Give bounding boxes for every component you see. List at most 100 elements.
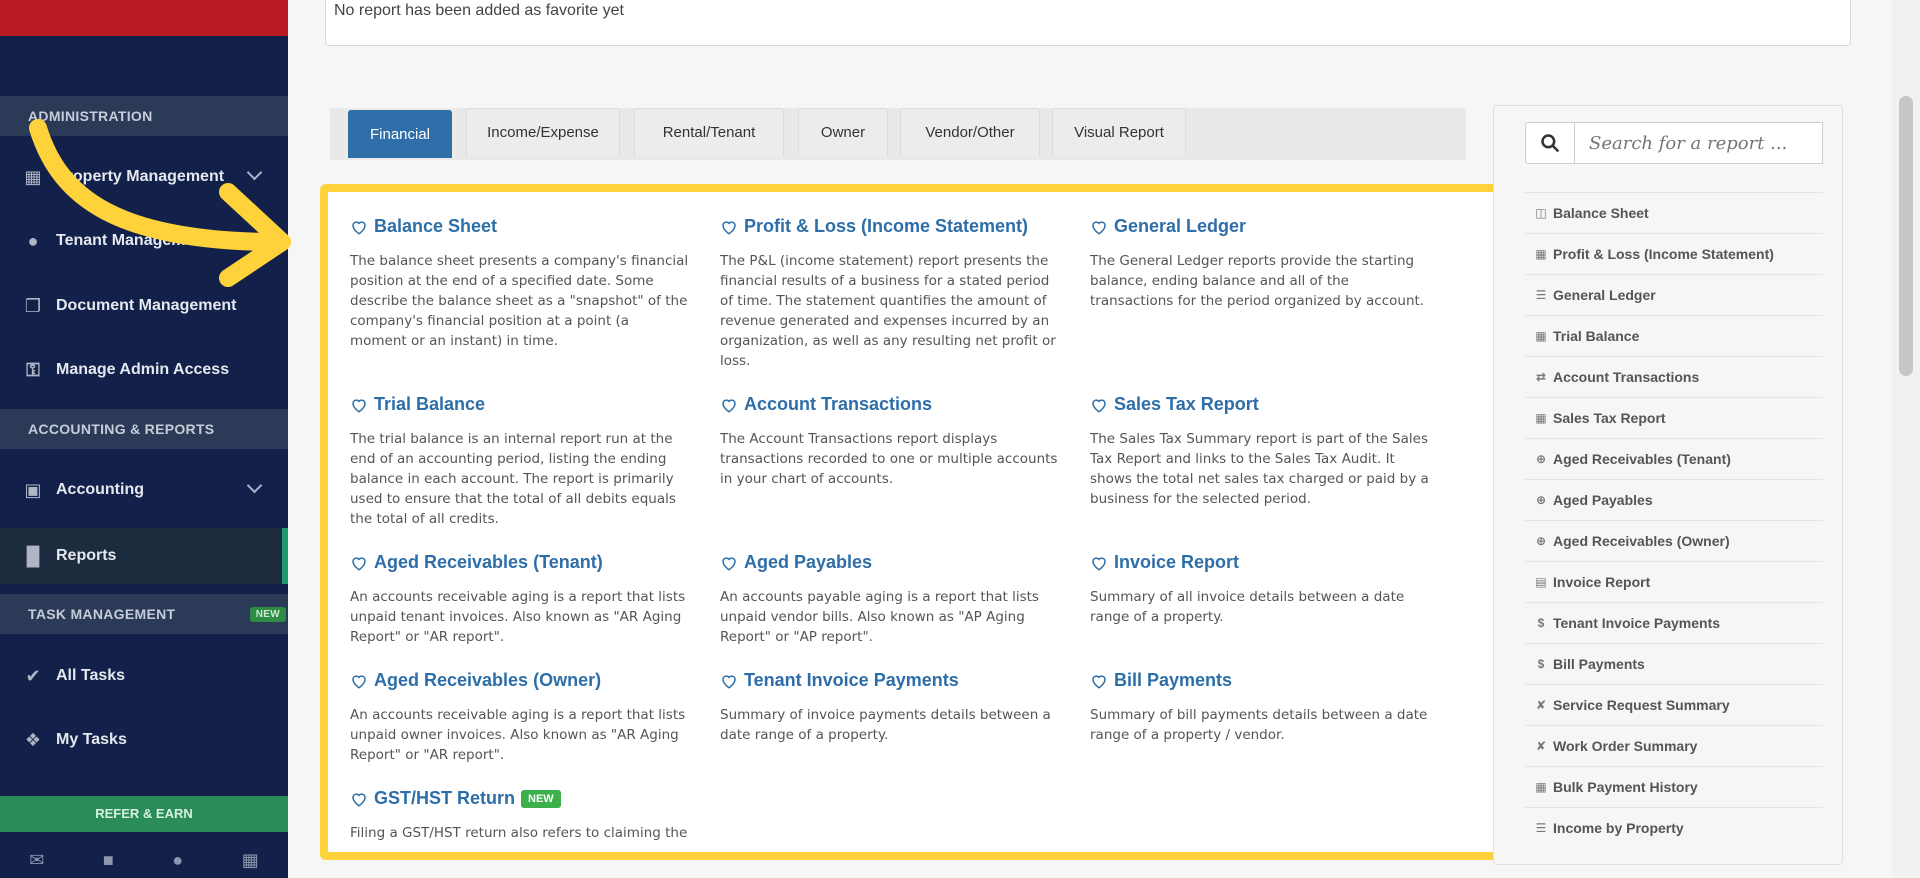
heart-icon[interactable] bbox=[1090, 218, 1108, 236]
list-item[interactable]: ▦ Bulk Payment History bbox=[1525, 766, 1823, 807]
report-card-title[interactable]: Aged Receivables (Tenant) bbox=[350, 552, 690, 573]
report-card-title[interactable]: Aged Receivables (Owner) bbox=[350, 670, 690, 691]
list-item-label[interactable]: Account Transactions bbox=[1553, 369, 1699, 385]
sidebar-item-property-management[interactable]: ▦ Property Management bbox=[0, 149, 288, 205]
list-item-label[interactable]: Work Order Summary bbox=[1553, 738, 1697, 754]
list-item[interactable]: ⊕ Aged Receivables (Owner) bbox=[1525, 520, 1823, 561]
heart-icon[interactable] bbox=[1090, 672, 1108, 690]
report-card-title[interactable]: Aged Payables bbox=[720, 552, 1060, 573]
list-item[interactable]: ✘ Work Order Summary bbox=[1525, 725, 1823, 766]
card-title-text[interactable]: Tenant Invoice Payments bbox=[744, 670, 959, 691]
page-scrollbar[interactable] bbox=[1892, 0, 1920, 878]
list-item-label[interactable]: Tenant Invoice Payments bbox=[1553, 615, 1720, 631]
card-title-text[interactable]: Aged Payables bbox=[744, 552, 872, 573]
heart-icon[interactable] bbox=[350, 554, 368, 572]
calculator-icon[interactable]: ▦ bbox=[242, 850, 259, 871]
list-item-label[interactable]: Invoice Report bbox=[1553, 574, 1650, 590]
list-item[interactable]: ▦ Trial Balance bbox=[1525, 315, 1823, 356]
list-item[interactable]: ▦ Sales Tax Report bbox=[1525, 397, 1823, 438]
sidebar-item-manage-admin-access[interactable]: ⚿ Manage Admin Access bbox=[0, 342, 288, 398]
list-item[interactable]: ◫ Balance Sheet bbox=[1525, 192, 1823, 233]
tab-income-expense[interactable]: Income/Expense bbox=[466, 108, 620, 156]
tab-visual-report[interactable]: Visual Report bbox=[1052, 108, 1186, 156]
list-item-label[interactable]: Income by Property bbox=[1553, 820, 1684, 836]
card-title-text[interactable]: Trial Balance bbox=[374, 394, 485, 415]
user-icon[interactable]: ● bbox=[172, 850, 183, 871]
list-item-label[interactable]: Profit & Loss (Income Statement) bbox=[1553, 246, 1774, 262]
heart-icon[interactable] bbox=[720, 672, 738, 690]
list-item[interactable]: ⇄ Account Transactions bbox=[1525, 356, 1823, 397]
list-item-label[interactable]: Balance Sheet bbox=[1553, 205, 1649, 221]
card-title-text[interactable]: Balance Sheet bbox=[374, 216, 497, 237]
list-item[interactable]: ▦ Profit & Loss (Income Statement) bbox=[1525, 233, 1823, 274]
sidebar-item-tenant-management[interactable]: ● Tenant Management bbox=[0, 213, 288, 269]
report-card-title[interactable]: Sales Tax Report bbox=[1090, 394, 1430, 415]
report-card-title[interactable]: Profit & Loss (Income Statement) bbox=[720, 216, 1060, 237]
search-button[interactable] bbox=[1525, 122, 1575, 164]
list-item-label[interactable]: Aged Receivables (Owner) bbox=[1553, 533, 1730, 549]
tab-owner[interactable]: Owner bbox=[798, 108, 888, 156]
card-title-text[interactable]: General Ledger bbox=[1114, 216, 1246, 237]
list-item[interactable]: ⊕ Aged Payables bbox=[1525, 479, 1823, 520]
card-title-text[interactable]: Invoice Report bbox=[1114, 552, 1239, 573]
list-item-label[interactable]: Bulk Payment History bbox=[1553, 779, 1698, 795]
list-item[interactable]: ✘ Service Request Summary bbox=[1525, 684, 1823, 725]
card-title-text[interactable]: Aged Receivables (Owner) bbox=[374, 670, 601, 691]
card-title-text[interactable]: Aged Receivables (Tenant) bbox=[374, 552, 603, 573]
report-card-bill-payments: Bill Payments Summary of bill payments d… bbox=[1090, 670, 1430, 745]
heart-icon[interactable] bbox=[1090, 554, 1108, 572]
report-list: ◫ Balance Sheet ▦ Profit & Loss (Income St… bbox=[1525, 192, 1823, 848]
report-card-title[interactable]: General Ledger bbox=[1090, 216, 1430, 237]
list-item-label[interactable]: Aged Receivables (Tenant) bbox=[1553, 451, 1731, 467]
list-item-label[interactable]: Trial Balance bbox=[1553, 328, 1639, 344]
key-icon: ⚿ bbox=[26, 359, 40, 380]
list-item-label[interactable]: Aged Payables bbox=[1553, 492, 1653, 508]
list-item[interactable]: ⊕ Aged Receivables (Tenant) bbox=[1525, 438, 1823, 479]
list-item[interactable]: $ Tenant Invoice Payments bbox=[1525, 602, 1823, 643]
list-item-label[interactable]: Service Request Summary bbox=[1553, 697, 1730, 713]
sidebar-item-accounting[interactable]: ▣ Accounting bbox=[0, 462, 288, 518]
mail-icon[interactable]: ✉ bbox=[29, 850, 44, 871]
list-item-label[interactable]: Sales Tax Report bbox=[1553, 410, 1666, 426]
heart-icon[interactable] bbox=[720, 396, 738, 414]
card-title-text[interactable]: GST/HST Return bbox=[374, 788, 515, 809]
sidebar-item-all-tasks[interactable]: ✔ All Tasks bbox=[0, 648, 288, 704]
search-input[interactable] bbox=[1575, 122, 1823, 164]
tab-rental-tenant[interactable]: Rental/Tenant bbox=[634, 108, 784, 156]
heart-icon[interactable] bbox=[350, 790, 368, 808]
report-card-title[interactable]: Tenant Invoice Payments bbox=[720, 670, 1060, 691]
list-item[interactable]: ☰ General Ledger bbox=[1525, 274, 1823, 315]
scrollbar-thumb[interactable] bbox=[1899, 96, 1913, 376]
heart-icon[interactable] bbox=[720, 218, 738, 236]
card-title-text[interactable]: Bill Payments bbox=[1114, 670, 1232, 691]
heart-icon[interactable] bbox=[1090, 396, 1108, 414]
list-item-label[interactable]: Bill Payments bbox=[1553, 656, 1645, 672]
heart-icon[interactable] bbox=[350, 218, 368, 236]
card-title-text[interactable]: Profit & Loss (Income Statement) bbox=[744, 216, 1028, 237]
heart-icon[interactable] bbox=[350, 396, 368, 414]
heart-icon[interactable] bbox=[720, 554, 738, 572]
briefcase-icon[interactable]: ■ bbox=[103, 850, 114, 871]
report-card-title[interactable]: Balance Sheet bbox=[350, 216, 690, 237]
report-card-title[interactable]: Bill Payments bbox=[1090, 670, 1430, 691]
report-card-title[interactable]: Trial Balance bbox=[350, 394, 690, 415]
tab-vendor-other[interactable]: Vendor/Other bbox=[900, 108, 1040, 156]
list-item[interactable]: ☰ Income by Property bbox=[1525, 807, 1823, 848]
list-item[interactable]: $ Bill Payments bbox=[1525, 643, 1823, 684]
report-card-title[interactable]: Account Transactions bbox=[720, 394, 1060, 415]
list-item[interactable]: ▤ Invoice Report bbox=[1525, 561, 1823, 602]
card-title-text[interactable]: Account Transactions bbox=[744, 394, 932, 415]
refer-earn-button[interactable]: REFER & EARN bbox=[0, 796, 288, 832]
report-card-account-transactions: Account Transactions The Account Transac… bbox=[720, 394, 1060, 489]
sidebar-item-label: Tenant Management bbox=[56, 232, 210, 249]
wrench-icon: ✘ bbox=[1535, 739, 1547, 753]
sidebar-item-my-tasks[interactable]: ❖ My Tasks bbox=[0, 712, 288, 768]
list-item-label[interactable]: General Ledger bbox=[1553, 287, 1656, 303]
heart-icon[interactable] bbox=[350, 672, 368, 690]
sidebar-item-document-management[interactable]: ❐ Document Management bbox=[0, 278, 288, 334]
report-card-title[interactable]: Invoice Report bbox=[1090, 552, 1430, 573]
report-card-title[interactable]: GST/HST Return NEW bbox=[350, 788, 690, 809]
sidebar-item-reports[interactable]: █ Reports bbox=[0, 528, 288, 584]
tab-financial[interactable]: Financial bbox=[348, 110, 452, 158]
card-title-text[interactable]: Sales Tax Report bbox=[1114, 394, 1259, 415]
